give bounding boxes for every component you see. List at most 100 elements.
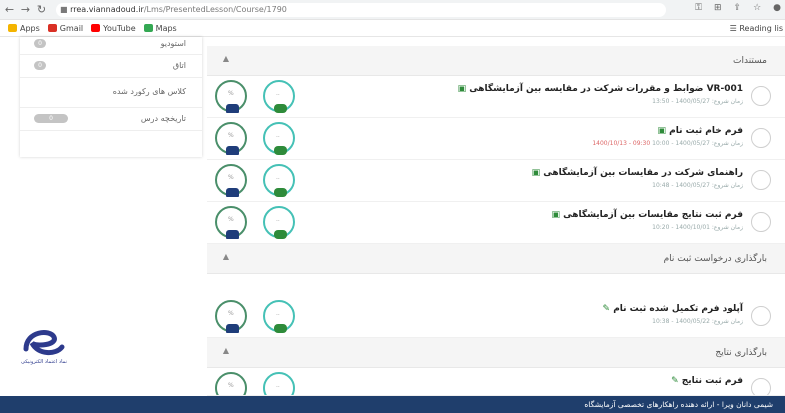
eye-icon: [274, 230, 287, 239]
sidebar-badge: 0: [34, 61, 46, 70]
document-icon: ▣: [531, 168, 544, 178]
lesson-title[interactable]: ▣ فرم ثبت نتایج مقایسات بین آزمایشگاهی: [551, 210, 743, 220]
lesson-item[interactable]: % .. ▣ فرم ثبت نتایج مقایسات بین آزمایشگ…: [207, 202, 785, 244]
sidebar-item-label: کلاس های رکورد شده: [112, 87, 186, 96]
graduation-cap-icon: [226, 146, 239, 155]
sidebar-item-room[interactable]: 0 اتاق: [20, 55, 202, 78]
gmail-icon: [47, 24, 57, 32]
pencil-icon: ✎: [602, 304, 614, 314]
progress-ring: %: [215, 122, 247, 155]
bookmark-maps[interactable]: Maps: [143, 24, 177, 33]
sidebar-item-label: استوديو: [160, 39, 186, 48]
eye-icon: [274, 104, 287, 113]
view-ring: ..: [263, 122, 295, 155]
collapse-icon[interactable]: ▲: [219, 252, 233, 264]
bookmark-apps[interactable]: Apps: [8, 24, 40, 33]
enamad-e-icon: [23, 330, 65, 355]
view-ring: ..: [263, 206, 295, 239]
browser-toolbar: ← → ↻ ■ rrea.viannadoud.ir/Lms/Presented…: [0, 0, 785, 20]
section-header-results-upload[interactable]: ▲ بارگذاری نتایج: [207, 338, 785, 368]
document-icon: ▣: [657, 126, 670, 136]
sidebar-item-label: اتاق: [172, 61, 186, 70]
lesson-title[interactable]: ▣ فرم خام ثبت نام: [657, 126, 743, 136]
section-title: بارگذاری درخواست ثبت نام: [663, 254, 767, 264]
section-title: بارگذاری نتایج: [715, 348, 767, 358]
lesson-meta: زمان شروع: 1400/05/27 - 10:48: [652, 182, 743, 189]
sidebar-item-recorded-classes[interactable]: کلاس های رکورد شده: [20, 78, 202, 108]
bookmark-youtube[interactable]: YouTube: [91, 24, 136, 33]
completion-checkbox[interactable]: [751, 378, 771, 395]
progress-ring: %: [215, 164, 247, 197]
lesson-meta: زمان شروع: 1400/10/01 - 10:20: [652, 224, 743, 231]
view-ring: ..: [263, 80, 295, 113]
sidebar-item-label: تاریخچه درس: [140, 114, 186, 123]
reading-list[interactable]: ☰ Reading lis: [730, 24, 783, 33]
share-icon[interactable]: ⇪: [734, 3, 742, 13]
lesson-meta: 1400/10/13 - 09:30 زمان شروع: 1400/05/27…: [592, 140, 743, 147]
section-header-registration-upload[interactable]: ▲ بارگذاری درخواست ثبت نام: [207, 244, 785, 274]
collapse-icon[interactable]: ▲: [219, 346, 233, 358]
completion-checkbox[interactable]: [751, 128, 771, 148]
deadline-text: 1400/10/13 - 09:30: [592, 140, 651, 147]
lesson-item[interactable]: % .. ▣ فرم خام ثبت نام 1400/10/13 - 09:3…: [207, 118, 785, 160]
sidebar-badge: 0: [34, 39, 46, 48]
key-icon[interactable]: ⚿: [695, 3, 702, 13]
course-content: ▲ مستندات % .. ▣ ضوابط و مقررات شرکت در …: [207, 46, 785, 396]
lesson-item[interactable]: % .. ✎ فرم ثبت نتایج: [207, 368, 785, 396]
lock-icon: ■: [60, 5, 71, 14]
maps-icon: [143, 24, 153, 32]
eye-icon: [274, 188, 287, 197]
lesson-title[interactable]: ✎ فرم ثبت نتایج: [671, 376, 743, 386]
url-path: /Lms/PresentedLesson/Course/1790: [143, 5, 287, 14]
collapse-icon[interactable]: ▲: [219, 54, 233, 66]
lesson-title[interactable]: ✎ آپلود فرم تکمیل شده ثبت نام: [603, 304, 744, 314]
lesson-item[interactable]: % .. ▣ راهنمای شرکت در مقایسات بین آزمای…: [207, 160, 785, 202]
completion-checkbox[interactable]: [751, 170, 771, 190]
lesson-meta: زمان شروع: 1400/05/22 - 10:38: [652, 318, 743, 325]
forward-icon[interactable]: →: [19, 3, 32, 16]
reload-icon[interactable]: ↻: [35, 3, 48, 16]
profile-icon[interactable]: ●: [773, 3, 781, 13]
section-header-documents[interactable]: ▲ مستندات: [207, 46, 785, 76]
lesson-title[interactable]: ▣ راهنمای شرکت در مقایسات بین آزمایشگاهی: [532, 168, 743, 178]
completion-checkbox[interactable]: [751, 212, 771, 232]
view-ring: ..: [263, 300, 295, 333]
lesson-title[interactable]: ▣ ضوابط و مقررات شرکت در مقایسه بین آزما…: [458, 84, 743, 94]
graduation-cap-icon: [226, 230, 239, 239]
bookmark-gmail[interactable]: Gmail: [47, 24, 83, 33]
url-host: rrea.viannadoud.ir: [70, 5, 144, 14]
completion-checkbox[interactable]: [751, 306, 771, 326]
star-icon[interactable]: ☆: [753, 3, 761, 13]
reading-list-icon: ☰: [729, 24, 740, 33]
document-icon: ▣: [551, 210, 564, 220]
view-ring: ..: [263, 372, 295, 395]
progress-ring: %: [215, 300, 247, 333]
sidebar-item-course-history[interactable]: 0 تاریخچه درس: [20, 108, 202, 131]
section-title: مستندات: [733, 56, 767, 66]
apps-icon: [8, 24, 17, 32]
footer-text: شیمی دانان ویرا - ارائه دهنده راهکارهای …: [584, 400, 773, 409]
graduation-cap-icon: [226, 104, 239, 113]
lesson-meta: زمان شروع: 1400/05/27 - 13:50: [652, 98, 743, 105]
lesson-item[interactable]: % .. ✎ آپلود فرم تکمیل شده ثبت نام زمان …: [207, 296, 785, 338]
enamad-logo[interactable]: نماد اعتماد الکترونیکی: [20, 325, 68, 400]
progress-ring: %: [215, 80, 247, 113]
back-icon[interactable]: ←: [3, 3, 16, 16]
address-bar[interactable]: ■ rrea.viannadoud.ir/Lms/PresentedLesson…: [56, 3, 666, 17]
eye-icon: [274, 324, 287, 333]
youtube-icon: [91, 24, 101, 32]
translate-icon[interactable]: ⊞: [714, 3, 722, 13]
lesson-item[interactable]: % .. ▣ ضوابط و مقررات شرکت در مقایسه بین…: [207, 76, 785, 118]
view-ring: ..: [263, 164, 295, 197]
progress-ring: %: [215, 372, 247, 395]
eye-icon: [274, 146, 287, 155]
pencil-icon: ✎: [671, 376, 682, 386]
bookmarks-bar: Apps Gmail YouTube Maps ☰ Reading lis: [0, 20, 785, 37]
progress-ring: %: [215, 206, 247, 239]
sidebar-item-studio[interactable]: 0 استوديو: [20, 37, 202, 55]
sidebar-badge: 0: [34, 114, 68, 123]
graduation-cap-icon: [226, 188, 239, 197]
document-icon: ▣: [457, 84, 470, 94]
completion-checkbox[interactable]: [751, 86, 771, 106]
graduation-cap-icon: [226, 324, 239, 333]
